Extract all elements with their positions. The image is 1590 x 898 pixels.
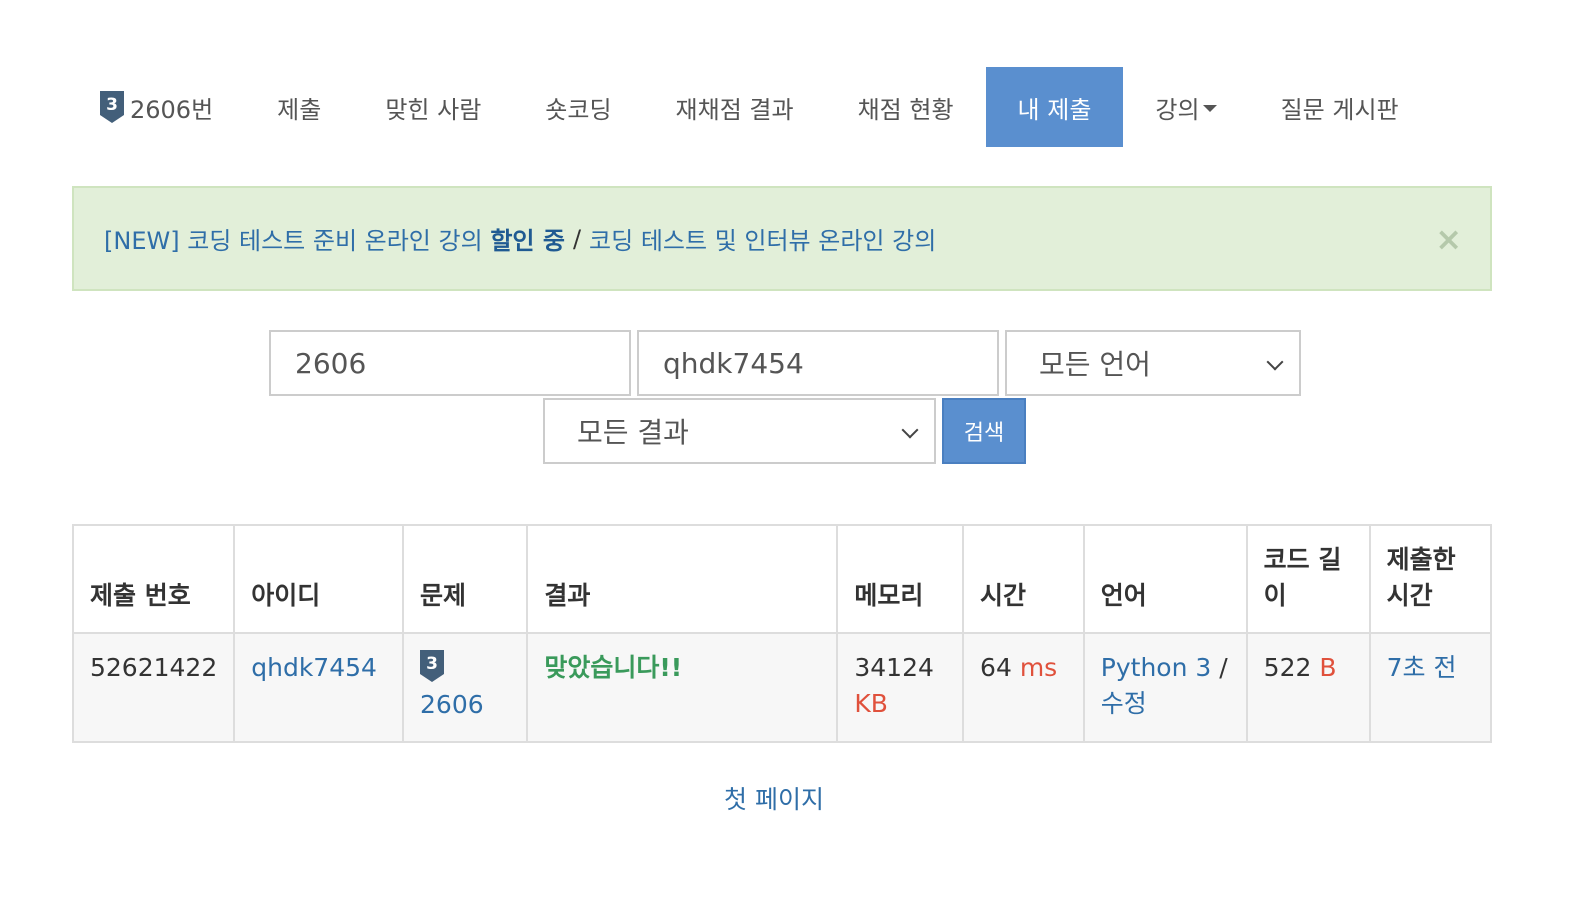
problem-id-value: 2606 [295,346,367,380]
search-button[interactable]: 검색 [942,398,1026,464]
promo-discount-text: 할인 중 [490,227,565,255]
column-header: 결과 [526,524,839,634]
tab-rejudge-results[interactable]: 재채점 결과 [644,67,826,147]
promo-link-prep[interactable]: [NEW] 코딩 테스트 준비 온라인 강의 할인 중 [104,221,565,256]
first-page-link: 첫 페이지 [0,780,1548,816]
tab-problem[interactable]: 3 2606번 [72,67,245,147]
column-header: 시간 [962,524,1085,634]
status-page: 3 2606번 제출 맞힌 사람 숏코딩 재채점 결과 채점 현황 내 제출 강… [0,0,1590,898]
promo-text: [NEW] 코딩 테스트 준비 온라인 강의 [104,227,483,255]
problem-cell: 3 2606 [402,632,529,743]
tab-problem-label: 2606번 [130,95,214,124]
user-id-input[interactable]: qhdk7454 [637,330,999,396]
language-separator: / [1219,653,1228,682]
tab-accepted-users[interactable]: 맞힌 사람 [353,67,513,147]
user-id-value: qhdk7454 [663,346,804,380]
column-header: 코드 길이 [1245,524,1371,634]
memory-value: 34124 [854,653,934,682]
code-length-unit: B [1319,653,1337,682]
promo-link-interview[interactable]: 코딩 테스트 및 인터뷰 온라인 강의 [589,221,936,256]
tier-number: 3 [426,654,438,674]
column-header: 문제 [402,524,529,634]
language-link[interactable]: Python 3 [1101,653,1212,682]
time-value: 64 [980,653,1012,682]
tab-judge-status[interactable]: 채점 현황 [826,67,986,147]
result-cell: 맞았습니다!! [526,632,839,743]
submission-table: 제출 번호 아이디 문제 결과 메모리 시간 언어 코드 길이 제출한 시간 5… [71,524,1493,743]
tab-label: 채점 현황 [857,95,954,124]
user-link[interactable]: qhdk7454 [251,653,377,682]
tab-short-coding[interactable]: 숏코딩 [513,67,643,147]
code-length-value: 522 [1263,653,1312,682]
tab-label: 제출 [277,95,322,124]
memory-unit: KB [854,689,888,718]
tab-lectures-dropdown[interactable]: 강의 [1123,67,1248,147]
tab-question-board[interactable]: 질문 게시판 [1249,67,1431,147]
chevron-down-icon [1266,353,1284,371]
caret-down-icon [1202,105,1217,112]
tab-label: 숏코딩 [545,95,612,124]
column-header: 언어 [1082,524,1248,634]
submission-id-cell: 52621422 [71,632,236,743]
result-select[interactable]: 모든 결과 [543,398,936,464]
code-length-cell: 522 B [1245,632,1371,743]
column-header: 제출 번호 [71,524,236,634]
language-select-value: 모든 언어 [1039,348,1151,381]
result-accepted: 맞았습니다!! [544,653,683,682]
silver-tier-icon: 3 [100,91,124,123]
column-header: 아이디 [233,524,405,634]
user-cell: qhdk7454 [233,632,405,743]
tier-number: 3 [106,95,118,115]
memory-cell: 34124 KB [836,632,965,743]
tab-label: 질문 게시판 [1280,95,1399,124]
promo-separator: / [572,224,582,253]
submitted-time-link[interactable]: 7초 전 [1387,653,1457,682]
tab-label: 강의 [1155,95,1200,124]
column-header: 메모리 [836,524,965,634]
problem-id-input[interactable]: 2606 [269,330,631,396]
language-cell: Python 3 / 수정 [1082,632,1248,743]
submitted-time-cell: 7초 전 [1368,632,1493,743]
table-row: 52621422 qhdk7454 3 2606 맞았습니다!! 34124 K… [71,632,1493,743]
chevron-down-icon [901,421,919,439]
first-page-label[interactable]: 첫 페이지 [724,785,824,814]
time-unit: ms [1019,653,1058,682]
tab-label: 재채점 결과 [675,95,794,124]
problem-link[interactable]: 2606 [420,690,484,719]
table-header-row: 제출 번호 아이디 문제 결과 메모리 시간 언어 코드 길이 제출한 시간 [71,524,1493,634]
tab-my-submissions[interactable]: 내 제출 [985,67,1124,147]
promo-alert: [NEW] 코딩 테스트 준비 온라인 강의 할인 중 / 코딩 테스트 및 인… [72,186,1492,291]
tab-submit[interactable]: 제출 [245,67,353,147]
column-header: 제출한 시간 [1368,524,1493,634]
edit-link[interactable]: 수정 [1101,689,1147,718]
tab-label: 내 제출 [1017,95,1092,124]
tab-label: 맞힌 사람 [385,95,482,124]
close-icon[interactable]: × [1435,220,1462,258]
language-select[interactable]: 모든 언어 [1005,330,1301,396]
problem-nav: 3 2606번 제출 맞힌 사람 숏코딩 재채점 결과 채점 현황 내 제출 강… [72,67,1431,147]
result-select-value: 모든 결과 [577,416,689,449]
time-cell: 64 ms [962,632,1085,743]
silver-tier-icon: 3 [420,650,445,682]
